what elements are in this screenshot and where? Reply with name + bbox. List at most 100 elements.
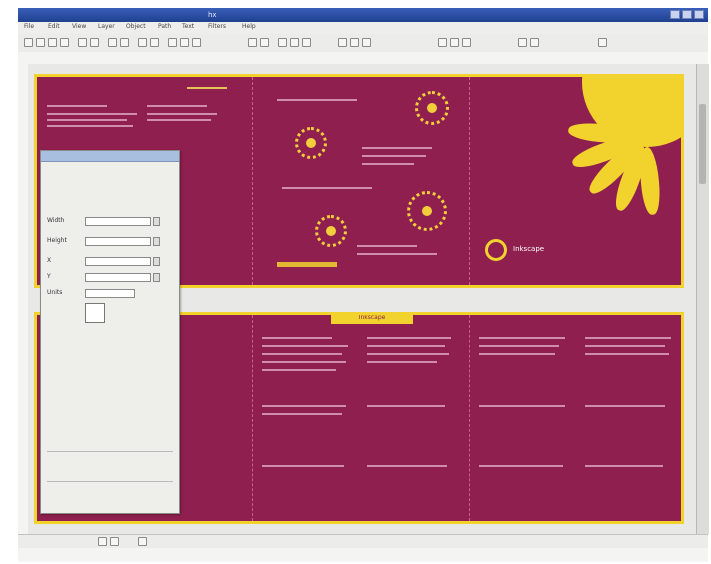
align-icon[interactable] [338, 38, 347, 47]
menu-text[interactable]: Text [182, 23, 194, 30]
dialog-titlebar[interactable] [41, 151, 179, 162]
guides-icon[interactable] [462, 38, 471, 47]
menu-help[interactable]: Help [242, 23, 256, 30]
fill-stroke-icon[interactable] [278, 38, 287, 47]
text-line [47, 125, 133, 127]
copy-icon[interactable] [138, 38, 147, 47]
text-line [367, 465, 447, 467]
status-bar-bottom [18, 548, 708, 562]
sun-graphic [407, 191, 447, 231]
menu-object[interactable]: Object [126, 23, 146, 30]
text-line [367, 337, 451, 339]
width-field[interactable] [85, 217, 151, 226]
vertical-scrollbar[interactable] [696, 64, 709, 534]
menu-path[interactable]: Path [158, 23, 171, 30]
xml-editor-icon[interactable] [302, 38, 311, 47]
document-props-icon[interactable] [598, 38, 607, 47]
sun-core [326, 226, 336, 236]
node-icon[interactable] [362, 38, 371, 47]
text-line [367, 345, 445, 347]
text-line [367, 353, 449, 355]
text-line [357, 245, 417, 247]
units-select[interactable] [85, 289, 135, 298]
text-line [262, 413, 342, 415]
scroll-thumb[interactable] [699, 104, 706, 184]
export-icon[interactable] [90, 38, 99, 47]
text-icon[interactable] [290, 38, 299, 47]
fold-line [469, 77, 471, 285]
menu-filters[interactable]: Filters [208, 23, 226, 30]
text-line [479, 337, 565, 339]
menu-view[interactable]: View [72, 23, 86, 30]
orientation-icon[interactable] [85, 303, 105, 323]
zoom-out-icon[interactable] [180, 38, 189, 47]
group-icon[interactable] [248, 38, 257, 47]
text-line [147, 105, 207, 107]
save-icon[interactable] [48, 38, 57, 47]
document-properties-dialog[interactable]: Width Height X Y Units [40, 150, 180, 514]
undo-icon[interactable] [108, 38, 117, 47]
grid-icon[interactable] [450, 38, 459, 47]
text-line [47, 113, 137, 115]
text-line [585, 345, 665, 347]
ungroup-icon[interactable] [260, 38, 269, 47]
sun-core [306, 138, 316, 148]
y-field[interactable] [85, 273, 151, 282]
sun-core [422, 206, 432, 216]
menu-layer[interactable]: Layer [98, 23, 115, 30]
text-line [262, 361, 346, 363]
transform-icon[interactable] [350, 38, 359, 47]
height-spinner[interactable] [153, 237, 160, 246]
field-label: Units [47, 289, 63, 296]
cover-logo-text: Inkscape [513, 245, 545, 253]
fold-line [252, 77, 254, 285]
text-line [362, 147, 432, 149]
dialog-divider [47, 451, 173, 452]
field-label: Height [47, 237, 67, 244]
x-field[interactable] [85, 257, 151, 266]
new-icon[interactable] [24, 38, 33, 47]
width-spinner[interactable] [153, 217, 160, 226]
text-line [479, 465, 563, 467]
fill-swatch-icon[interactable] [98, 537, 107, 546]
text-line [362, 155, 426, 157]
text-line [147, 119, 211, 121]
print-icon[interactable] [60, 38, 69, 47]
import-icon[interactable] [78, 38, 87, 47]
text-line [147, 113, 217, 115]
maximize-icon[interactable] [682, 10, 692, 19]
y-spinner[interactable] [153, 273, 160, 282]
paste-icon[interactable] [150, 38, 159, 47]
menu-edit[interactable]: Edit [48, 23, 60, 30]
zoom-icon[interactable] [168, 38, 177, 47]
menu-bar: File Edit View Layer Object Path Text Fi… [18, 22, 708, 34]
text-line [262, 345, 348, 347]
layers-icon[interactable] [518, 38, 527, 47]
command-toolbar [18, 34, 708, 53]
close-icon[interactable] [694, 10, 704, 19]
x-spinner[interactable] [153, 257, 160, 266]
text-line [277, 99, 357, 101]
text-line [479, 345, 559, 347]
text-line [47, 105, 107, 107]
menu-file[interactable]: File [24, 23, 34, 30]
sun-graphic [315, 215, 347, 247]
height-field[interactable] [85, 237, 151, 246]
prefs-icon[interactable] [530, 38, 539, 47]
text-line [585, 405, 665, 407]
layer-toggle-icon[interactable] [138, 537, 147, 546]
text-line [262, 405, 346, 407]
text-line [282, 187, 372, 189]
minimize-icon[interactable] [670, 10, 680, 19]
text-line [362, 163, 414, 165]
redo-icon[interactable] [120, 38, 129, 47]
text-line [479, 353, 555, 355]
snap-icon[interactable] [438, 38, 447, 47]
field-label: Width [47, 217, 65, 224]
sun-graphic [295, 127, 327, 159]
open-icon[interactable] [36, 38, 45, 47]
text-line [479, 405, 565, 407]
stroke-swatch-icon[interactable] [110, 537, 119, 546]
zoom-fit-icon[interactable] [192, 38, 201, 47]
inkscape-logo [485, 239, 507, 261]
